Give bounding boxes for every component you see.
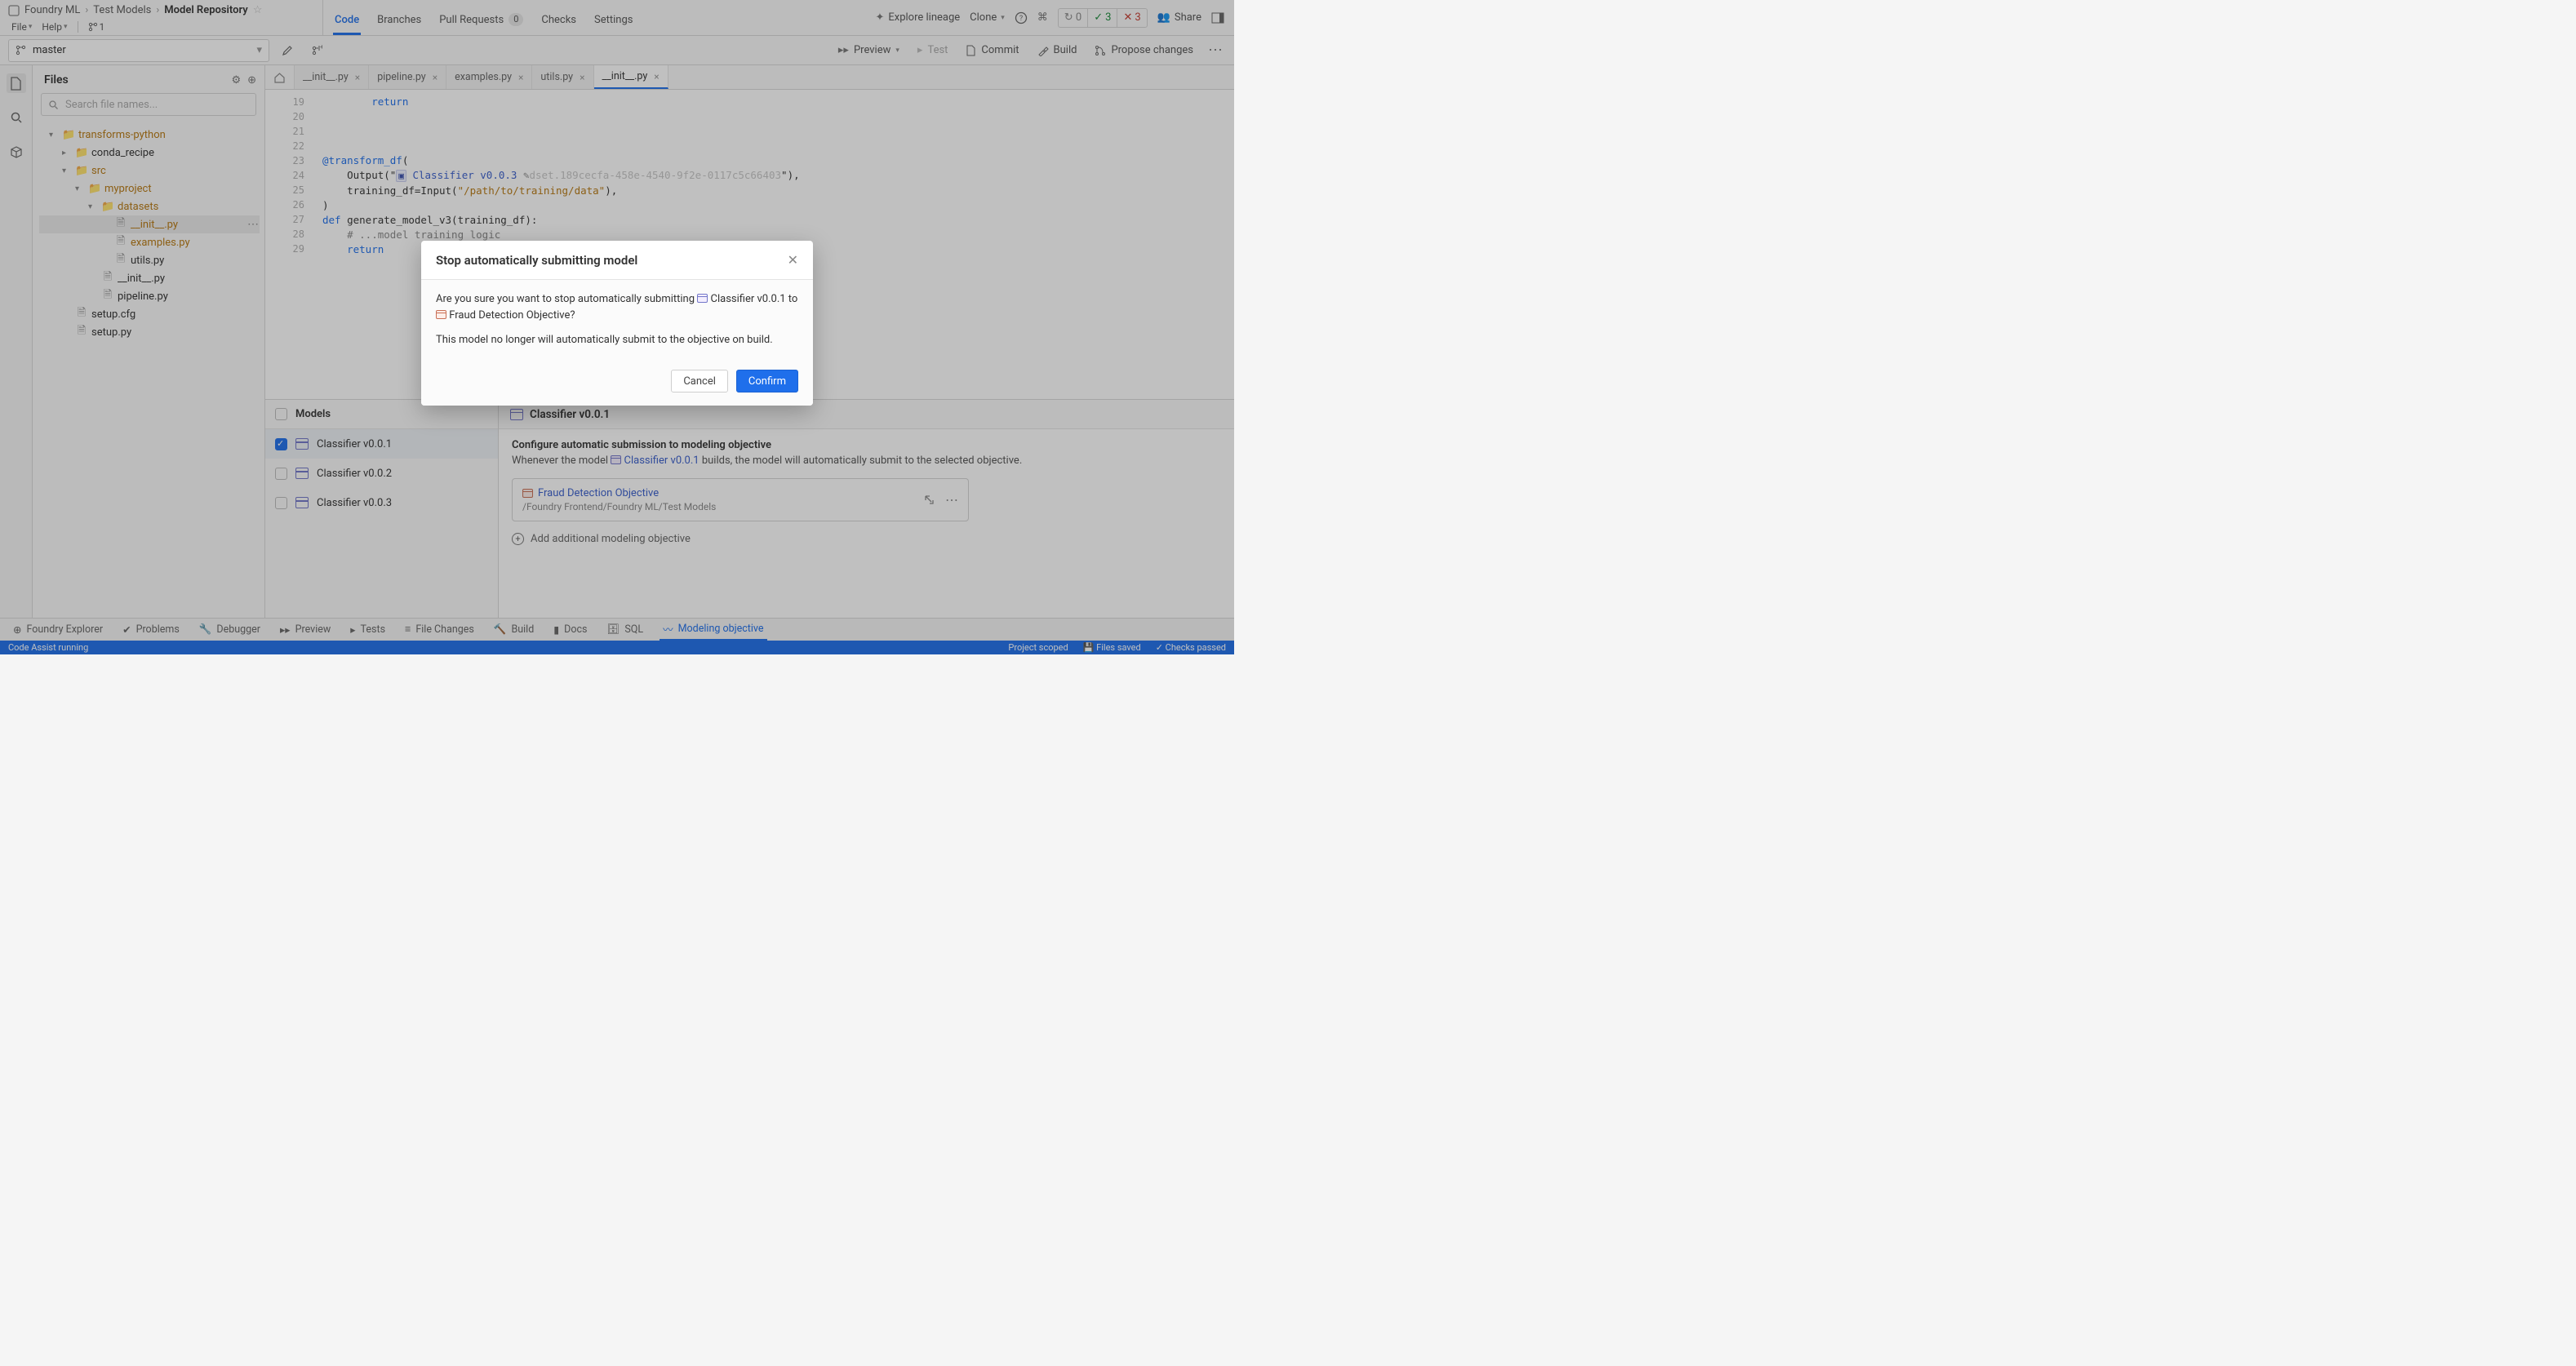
modal-text: ? <box>570 309 575 322</box>
modal-title: Stop automatically submitting model <box>436 253 788 268</box>
modal-header: Stop automatically submitting model ✕ <box>421 241 813 280</box>
modal-overlay[interactable]: Stop automatically submitting model ✕ Ar… <box>0 0 1234 654</box>
modal-message-2: This model no longer will automatically … <box>436 332 798 348</box>
modal-objective-name: Fraud Detection Objective <box>449 309 570 322</box>
modal-text: Are you sure you want to stop automatica… <box>436 293 697 305</box>
model-icon <box>697 294 708 303</box>
confirm-modal: Stop automatically submitting model ✕ Ar… <box>421 241 813 406</box>
close-icon[interactable]: ✕ <box>788 252 798 268</box>
objective-icon <box>436 310 446 319</box>
confirm-button[interactable]: Confirm <box>736 370 798 393</box>
modal-footer: Cancel Confirm <box>421 360 813 406</box>
modal-model-name: Classifier v0.0.1 <box>711 293 786 305</box>
modal-text: to <box>786 293 798 305</box>
cancel-button[interactable]: Cancel <box>671 370 728 393</box>
modal-message-1: Are you sure you want to stop automatica… <box>436 291 798 324</box>
modal-body: Are you sure you want to stop automatica… <box>421 280 813 360</box>
